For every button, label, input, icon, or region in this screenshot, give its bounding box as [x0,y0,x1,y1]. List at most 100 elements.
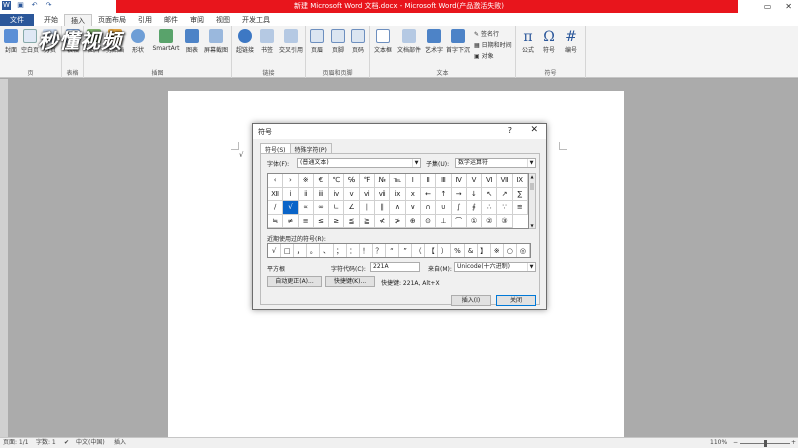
symbol-cell[interactable]: ∥ [375,201,391,215]
symbol-cell[interactable]: ∠ [344,201,360,215]
recent-symbol-cell[interactable]: ， [294,244,308,257]
symbol-cell[interactable]: ∕ [268,201,284,215]
symbol-cell[interactable]: ※ [298,174,314,188]
chart-button[interactable]: 图表 [183,29,201,54]
symbol-cell[interactable]: Ⅳ [451,174,467,188]
symbol-cell[interactable]: Ⅵ [482,174,498,188]
scroll-down-icon[interactable]: ▼ [529,223,535,228]
symbol-cell[interactable]: ⅳ [329,187,345,201]
symbol-cell[interactable]: ⅶ [375,187,391,201]
symbol-cell[interactable]: ≯ [390,214,406,228]
symbol-button[interactable]: Ω 符号 [540,29,558,54]
symbol-cell[interactable]: ≡ [298,214,314,228]
symbol-cell[interactable]: ↓ [466,187,483,201]
symbol-cell[interactable]: € [313,174,330,188]
symbol-cell[interactable]: ⅸ [390,187,406,201]
symbol-cell[interactable]: ℃ [329,174,345,188]
quick-parts-button[interactable]: 文档部件 [396,29,422,54]
shortcut-key-button[interactable]: 快捷键(K)... [325,276,375,287]
tab-developer[interactable]: 开发工具 [236,14,276,26]
tab-view[interactable]: 视图 [210,14,236,26]
screenshot-button[interactable]: 屏幕截图 [202,29,230,54]
symbol-cell[interactable]: Ⅱ [420,174,437,188]
symbol-grid-scrollbar[interactable]: ▲ ▼ [529,173,536,229]
symbol-cell[interactable]: ∟ [329,201,345,215]
symbol-cell[interactable]: ⅵ [359,187,376,201]
symbol-cell[interactable]: ≌ [512,201,528,215]
cross-reference-button[interactable]: 交叉引用 [277,29,305,54]
symbol-cell[interactable]: ↑ [436,187,452,201]
page-count[interactable]: 页面: 1/1 [3,438,29,448]
recent-symbol-cell[interactable]: ： [347,244,360,257]
signature-line-button[interactable]: ✎ 签名行 [474,29,499,38]
tab-references[interactable]: 引用 [132,14,158,26]
help-icon[interactable]: ? [508,126,512,135]
autocorrect-button[interactable]: 自动更正(A)... [267,276,322,287]
symbol-cell[interactable]: ③ [497,214,513,228]
zoom-slider-thumb[interactable] [764,440,767,447]
insert-mode[interactable]: 插入 [114,438,126,448]
recent-symbol-cell[interactable]: □ [281,244,295,257]
recent-symbol-cell[interactable]: ※ [491,244,504,257]
header-button[interactable]: 页眉 [308,29,326,54]
symbol-cell[interactable]: › [283,174,299,188]
recent-symbol-cell[interactable]: “ [386,244,399,257]
tab-mailings[interactable]: 邮件 [158,14,184,26]
font-select[interactable]: (普通文本) ▼ [297,158,421,168]
symbol-cell[interactable]: ∣ [359,201,376,215]
symbol-cell[interactable]: ∪ [436,201,452,215]
zoom-in-icon[interactable]: + [791,438,796,448]
symbol-cell[interactable]: ∞ [313,201,330,215]
restore-icon[interactable]: ▭ [764,0,772,13]
page-number-button[interactable]: 页码 [349,29,367,54]
close-button[interactable]: 关闭 [496,295,536,306]
recent-symbol-cell[interactable]: ” [399,244,413,257]
recent-symbol-cell[interactable]: ！ [360,244,373,257]
symbol-cell[interactable]: ∝ [298,201,314,215]
symbol-cell[interactable]: Ⅴ [466,174,483,188]
zoom-out-icon[interactable]: − [733,438,738,448]
number-button[interactable]: # 编号 [562,29,580,54]
recent-symbol-cell[interactable]: ； [334,244,347,257]
tab-file[interactable]: 文件 [0,14,34,26]
recent-symbol-cell[interactable]: ） [438,244,452,257]
symbol-cell[interactable]: ⊙ [420,214,437,228]
scroll-up-icon[interactable]: ▲ [529,174,535,179]
insert-button[interactable]: 插入(I) [451,295,491,306]
symbol-cell[interactable]: ← [420,187,437,201]
symbol-cell[interactable]: ‹ [268,174,284,188]
symbol-cell[interactable]: Ⅲ [436,174,452,188]
symbol-cell[interactable]: x [405,187,421,201]
recent-symbol-cell[interactable]: ？ [373,244,386,257]
symbol-cell[interactable]: ⅰ [283,187,299,201]
symbol-cell[interactable]: ⊕ [405,214,421,228]
symbol-cell[interactable]: ℉ [359,174,376,188]
shapes-button[interactable]: 形状 [128,29,148,54]
charcode-input[interactable]: 221A [370,262,420,272]
footer-button[interactable]: 页脚 [329,29,347,54]
symbol-cell[interactable]: ∩ [420,201,437,215]
smartart-button[interactable]: SmartArt [151,29,181,52]
symbol-cell[interactable]: ∴ [482,201,498,215]
symbol-cell[interactable]: ∮ [466,201,483,215]
symbol-cell[interactable]: Ⅸ [512,174,528,188]
symbol-cell[interactable]: № [375,174,391,188]
recent-symbol-cell[interactable]: ○ [504,244,517,257]
proofing-icon[interactable]: ✔ [64,438,69,448]
symbol-cell[interactable]: ∨ [405,201,421,215]
from-select[interactable]: Unicode(十六进制) ▼ [454,262,536,272]
recent-symbol-cell[interactable]: 。 [307,244,321,257]
drop-cap-button[interactable]: 首字下沉 [445,29,471,54]
symbol-cell[interactable]: √ [283,201,299,215]
scroll-thumb[interactable] [530,183,534,190]
date-time-button[interactable]: ▦ 日期和时间 [474,40,512,49]
symbol-cell[interactable]: ≧ [359,214,376,228]
symbol-cell[interactable]: ℅ [344,174,360,188]
symbol-cell[interactable]: ⅲ [313,187,330,201]
cover-button[interactable]: 封面 [2,29,20,54]
close-icon[interactable]: ✕ [530,125,538,135]
tab-review[interactable]: 审阅 [184,14,210,26]
textbox-button[interactable]: 文本框 [372,29,394,54]
symbol-cell[interactable]: ② [482,214,498,228]
symbol-cell[interactable]: ∑ [512,187,528,201]
